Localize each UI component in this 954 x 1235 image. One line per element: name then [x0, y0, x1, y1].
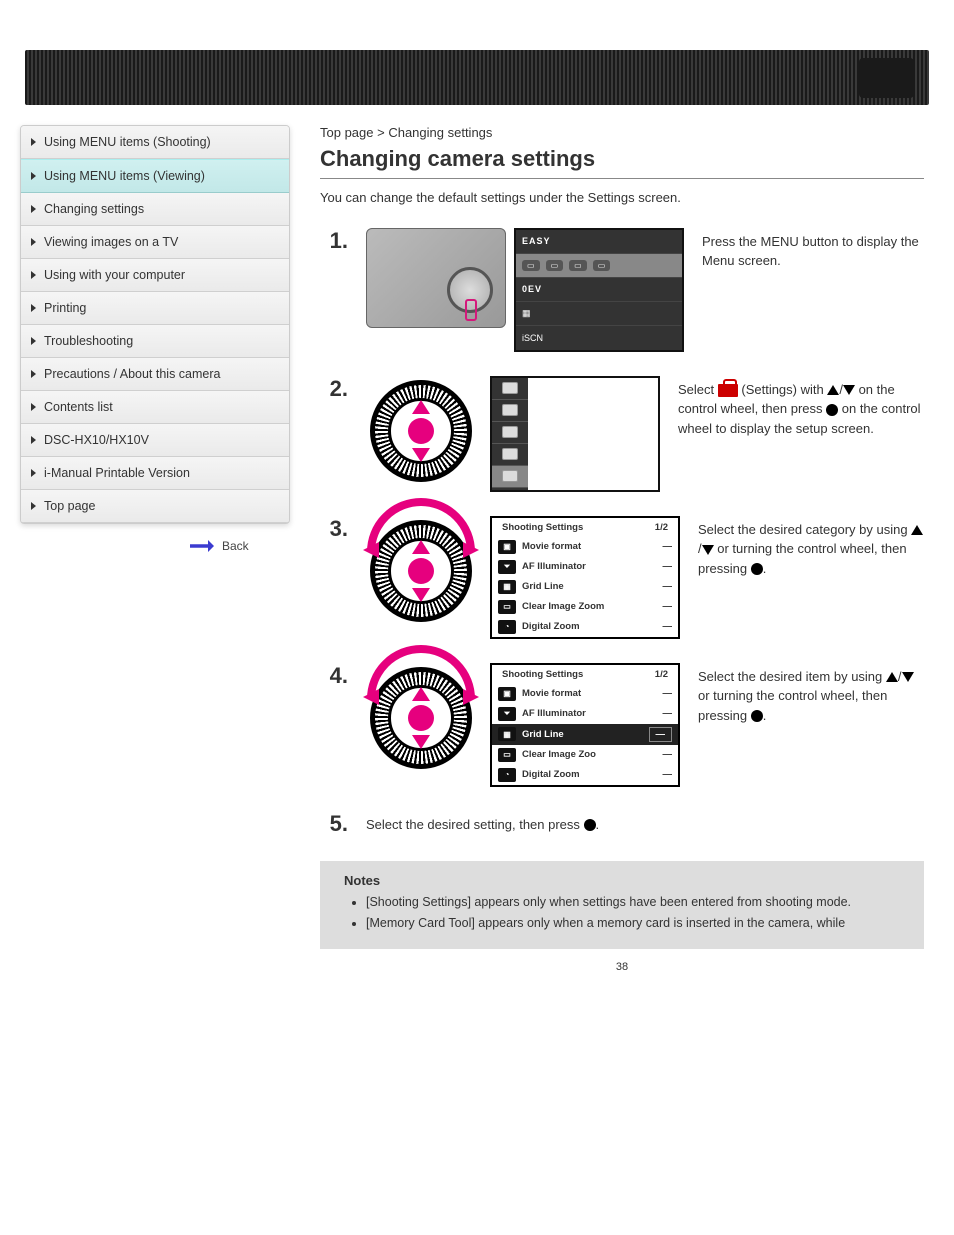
chevron-right-icon	[31, 403, 36, 411]
settings-panel-figure: Shooting Settings1/2▣Movie format—⏷AF Il…	[490, 516, 680, 639]
step-figures: EASY▭▭▭▭0EV▦iSCN	[366, 228, 684, 352]
chevron-right-icon	[31, 436, 36, 444]
chevron-right-icon	[31, 469, 36, 477]
chevron-right-icon	[31, 502, 36, 510]
sidebar-item-label: Using with your computer	[44, 268, 185, 282]
control-wheel-figure	[366, 516, 476, 626]
page-title: Changing camera settings	[320, 146, 924, 172]
sidebar-item[interactable]: Using MENU items (Shooting)	[21, 126, 289, 159]
chevron-right-icon	[31, 370, 36, 378]
sidebar-item-label: Viewing images on a TV	[44, 235, 178, 249]
triangle-up-icon	[827, 385, 839, 395]
camera-body-figure	[366, 228, 506, 328]
lcd-menu-figure: EASY▭▭▭▭0EV▦iSCN	[514, 228, 684, 352]
notes-list: [Shooting Settings] appears only when se…	[344, 894, 900, 933]
triangle-up-icon	[886, 672, 898, 682]
sidebar-item-label: Using MENU items (Viewing)	[44, 169, 205, 183]
chevron-right-icon	[31, 304, 36, 312]
toolbox-icon	[718, 384, 738, 397]
step-figures: Shooting Settings1/2▣Movie format—⏷AF Il…	[366, 516, 680, 639]
step: 3. Shooting Settings1/2▣Movie format—⏷AF …	[320, 516, 924, 639]
sidebar-item-label: Contents list	[44, 400, 113, 414]
title-rule	[320, 178, 924, 179]
sidebar-item[interactable]: Precautions / About this camera	[21, 358, 289, 391]
note-item: [Memory Card Tool] appears only when a m…	[366, 915, 900, 933]
sidebar-item[interactable]: Using with your computer	[21, 259, 289, 292]
sidebar-item[interactable]: Contents list	[21, 391, 289, 424]
chevron-right-icon	[31, 172, 36, 180]
back-arrow-icon	[190, 540, 214, 552]
step: 2. Select (Settings) with / on the contro…	[320, 376, 924, 492]
back-link[interactable]: Back	[20, 539, 290, 553]
step-instruction: Select the desired category by using / o…	[698, 522, 923, 576]
banner-block	[859, 58, 914, 98]
step-number: 4.	[320, 663, 348, 689]
sidebar-item-label: Printing	[44, 301, 86, 315]
page-number: 38	[320, 961, 924, 973]
chevron-right-icon	[31, 271, 36, 279]
chevron-right-icon	[31, 337, 36, 345]
sidebar-item[interactable]: Changing settings	[21, 193, 289, 226]
step-number: 3.	[320, 516, 348, 542]
notes-title: Notes	[344, 873, 900, 888]
sidebar-item[interactable]: Viewing images on a TV	[21, 226, 289, 259]
control-wheel-figure	[366, 663, 476, 773]
sidebar-item[interactable]: Using MENU items (Viewing)	[21, 159, 289, 193]
step-instruction: Select the desired item by using / or tu…	[698, 669, 914, 723]
center-button-icon	[826, 404, 838, 416]
sidebar-item[interactable]: i-Manual Printable Version	[21, 457, 289, 490]
step-instruction: Select (Settings) with / on the control …	[678, 382, 921, 436]
step: 1. EASY▭▭▭▭0EV▦iSCN Press the MENU button …	[320, 228, 924, 352]
title-banner	[25, 50, 929, 105]
chevron-right-icon	[31, 238, 36, 246]
step-number: 2.	[320, 376, 348, 402]
sidebar-item[interactable]: Top page	[21, 490, 289, 523]
sidebar-item-label: Top page	[44, 499, 95, 513]
sidebar-item[interactable]: Troubleshooting	[21, 325, 289, 358]
back-label: Back	[222, 539, 249, 553]
step-figures: Shooting Settings1/2▣Movie format—⏷AF Il…	[366, 663, 680, 787]
sidebar-item-label: Precautions / About this camera	[44, 367, 220, 381]
center-button-icon	[584, 819, 596, 831]
sidebar-item-label: DSC-HX10/HX10V	[44, 433, 149, 447]
step-instruction: Press the MENU button to display the Men…	[702, 234, 919, 269]
center-button-icon	[751, 710, 763, 722]
breadcrumb: Top page > Changing settings	[320, 125, 924, 140]
triangle-down-icon	[843, 385, 855, 395]
step-instruction: Select the desired setting, then press .	[366, 817, 599, 832]
triangle-down-icon	[702, 545, 714, 555]
step: 5. Select the desired setting, then press…	[320, 811, 924, 837]
note-item: [Shooting Settings] appears only when se…	[366, 894, 900, 912]
sidebar-item[interactable]: DSC-HX10/HX10V	[21, 424, 289, 457]
step-number: 5.	[320, 811, 348, 837]
step-figures	[366, 376, 660, 492]
lcd-scroll-figure	[490, 376, 660, 492]
intro-text: You can change the default settings unde…	[320, 189, 924, 208]
triangle-down-icon	[902, 672, 914, 682]
sidebar-item[interactable]: Printing	[21, 292, 289, 325]
notes-box: Notes [Shooting Settings] appears only w…	[320, 861, 924, 949]
step: 4. Shooting Settings1/2▣Movie format—⏷AF …	[320, 663, 924, 787]
control-wheel-figure	[366, 376, 476, 486]
sidebar-item-label: i-Manual Printable Version	[44, 466, 190, 480]
center-button-icon	[751, 563, 763, 575]
sidebar-item-label: Using MENU items (Shooting)	[44, 135, 211, 149]
chevron-right-icon	[31, 138, 36, 146]
step-number: 1.	[320, 228, 348, 254]
sidebar: Using MENU items (Shooting) Using MENU it…	[20, 125, 290, 524]
triangle-up-icon	[911, 525, 923, 535]
settings-panel-figure: Shooting Settings1/2▣Movie format—⏷AF Il…	[490, 663, 680, 787]
menu-button-highlight	[465, 299, 477, 321]
chevron-right-icon	[31, 205, 36, 213]
sidebar-item-label: Troubleshooting	[44, 334, 133, 348]
sidebar-item-label: Changing settings	[44, 202, 144, 216]
